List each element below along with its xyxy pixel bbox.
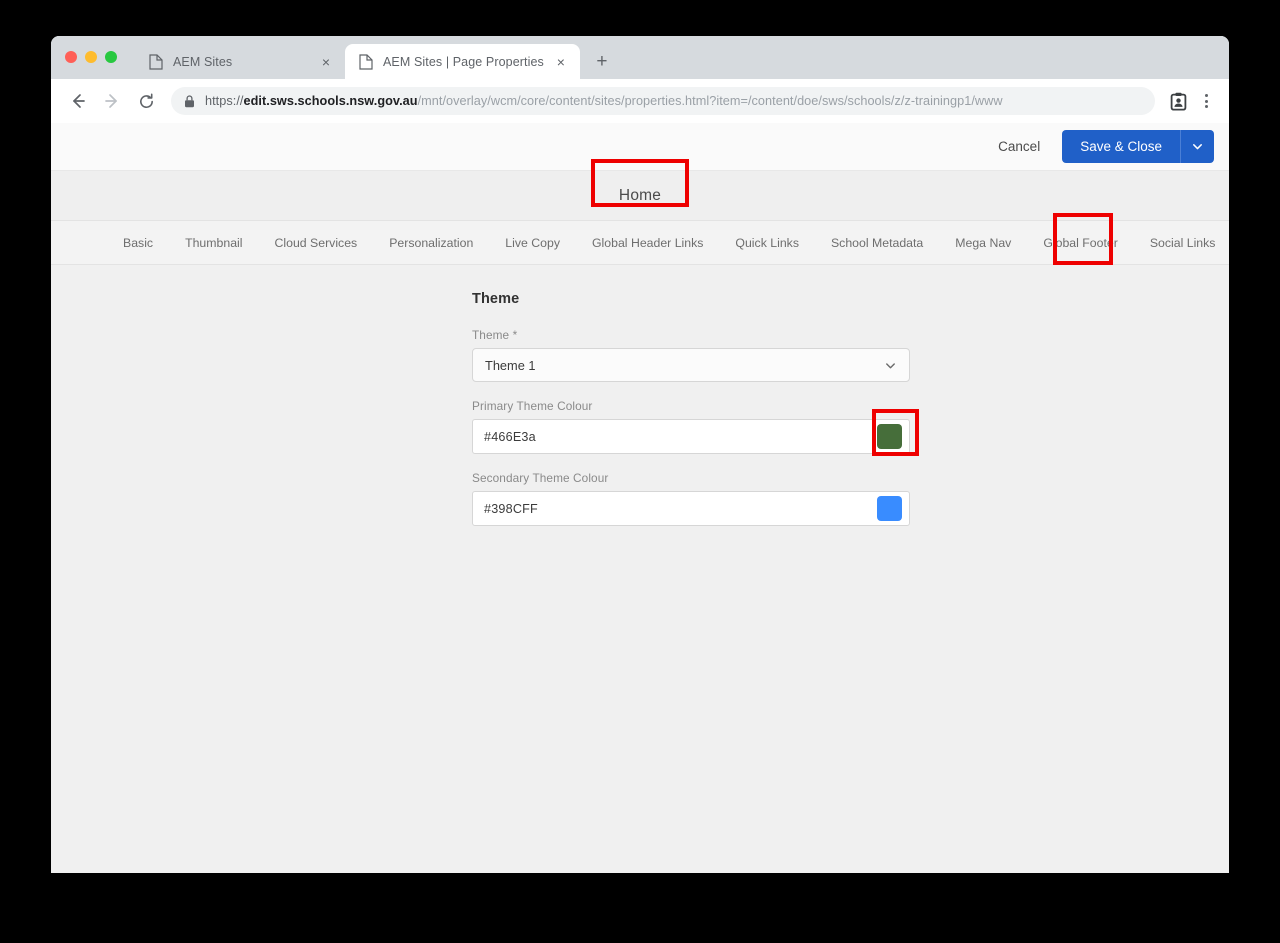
chevron-down-icon: [884, 359, 897, 372]
tab-label: Thumbnail: [185, 235, 243, 250]
theme-select-value: Theme 1: [485, 357, 536, 373]
theme-select[interactable]: Theme 1: [472, 348, 910, 382]
lock-icon: [184, 94, 195, 108]
browser-tab-page-properties[interactable]: AEM Sites | Page Properties ×: [345, 44, 580, 79]
theme-form: Theme Theme * Theme 1 Primary Theme Colo…: [472, 291, 919, 526]
aem-action-bar: Cancel Save & Close: [51, 123, 1229, 171]
window-maximize-button[interactable]: [105, 51, 117, 63]
tab-label: Social Links: [1149, 235, 1216, 250]
tab-label: Global Header Links: [591, 235, 704, 250]
secondary-colour-input[interactable]: #398CFF: [472, 491, 910, 526]
save-options-chevron-down-icon[interactable]: [1180, 130, 1214, 163]
url-path: /mnt/overlay/wcm/core/content/sites/prop…: [417, 94, 1003, 108]
tab-label: Personalization: [389, 235, 474, 250]
primary-colour-swatch[interactable]: [877, 424, 902, 449]
page-document-icon: [149, 53, 163, 70]
url-text: https://edit.sws.schools.nsw.gov.au/mnt/…: [205, 94, 1003, 108]
window-close-button[interactable]: [65, 51, 77, 63]
page-title-band: Home: [51, 159, 1229, 221]
section-heading: Theme: [472, 291, 520, 307]
new-tab-button[interactable]: +: [588, 47, 616, 75]
url-host: edit.sws.schools.nsw.gov.au: [243, 94, 418, 108]
tab-label: School Metadata: [830, 235, 924, 250]
field-theme: Theme * Theme 1: [472, 328, 910, 382]
tab-school-metadata[interactable]: School Metadata: [815, 221, 939, 264]
primary-colour-input[interactable]: #466E3a: [472, 419, 910, 454]
window-traffic-lights: [65, 51, 117, 63]
secondary-colour-label: Secondary Theme Colour: [472, 471, 609, 485]
kebab-menu-icon[interactable]: [1193, 88, 1219, 114]
reload-icon[interactable]: [131, 86, 161, 116]
tab-social-links[interactable]: Social Links: [1134, 221, 1229, 264]
tab-mega-nav[interactable]: Mega Nav: [939, 221, 1027, 264]
window-minimize-button[interactable]: [85, 51, 97, 63]
browser-tab-title: AEM Sites | Page Properties: [383, 54, 544, 69]
secondary-colour-swatch[interactable]: [877, 496, 902, 521]
tab-label: Basic: [123, 235, 154, 250]
primary-colour-label: Primary Theme Colour: [472, 399, 593, 413]
page-document-icon: [359, 53, 373, 70]
tab-global-footer[interactable]: Global Footer: [1027, 221, 1134, 264]
cancel-button[interactable]: Cancel: [984, 132, 1054, 161]
tab-label: Live Copy: [505, 235, 560, 250]
address-bar[interactable]: https://edit.sws.schools.nsw.gov.au/mnt/…: [171, 87, 1155, 115]
tab-cloud-services[interactable]: Cloud Services: [259, 221, 374, 264]
tab-global-header-links[interactable]: Global Header Links: [576, 221, 719, 264]
forward-icon[interactable]: [97, 86, 127, 116]
browser-tab-close-icon[interactable]: ×: [552, 53, 570, 71]
tab-label: Mega Nav: [955, 235, 1012, 250]
theme-form-area: Theme Theme * Theme 1 Primary Theme Colo…: [51, 265, 1229, 873]
tab-personalization[interactable]: Personalization: [373, 221, 489, 264]
save-and-close-group: Save & Close: [1062, 130, 1214, 163]
tab-live-copy[interactable]: Live Copy: [489, 221, 576, 264]
browser-tab-aem-sites[interactable]: AEM Sites ×: [135, 44, 345, 79]
primary-colour-value: #466E3a: [484, 429, 536, 444]
browser-tabs: AEM Sites × AEM Sites | Page Properties …: [135, 36, 616, 79]
tab-label: Quick Links: [735, 235, 799, 250]
browser-tab-close-icon[interactable]: ×: [317, 53, 335, 71]
browser-window: AEM Sites × AEM Sites | Page Properties …: [51, 36, 1229, 873]
page-title: Home: [618, 186, 662, 204]
tab-basic[interactable]: Basic: [107, 221, 169, 264]
url-scheme: https://: [205, 94, 244, 108]
save-and-close-button[interactable]: Save & Close: [1062, 130, 1180, 163]
back-icon[interactable]: [63, 86, 93, 116]
browser-tab-strip: AEM Sites × AEM Sites | Page Properties …: [51, 36, 1229, 79]
tab-label: Cloud Services: [274, 235, 358, 250]
field-primary-colour: Primary Theme Colour #466E3a: [472, 399, 919, 456]
tab-thumbnail[interactable]: Thumbnail: [169, 221, 258, 264]
secondary-colour-value: #398CFF: [484, 501, 538, 516]
browser-toolbar: https://edit.sws.schools.nsw.gov.au/mnt/…: [51, 79, 1229, 123]
theme-field-label: Theme *: [472, 328, 518, 342]
field-secondary-colour: Secondary Theme Colour #398CFF: [472, 471, 910, 526]
browser-tab-title: AEM Sites: [173, 54, 233, 69]
page-viewport: Cancel Save & Close Home Basic Thumbnail…: [51, 123, 1229, 873]
profile-badge-icon[interactable]: [1165, 88, 1191, 114]
properties-tab-nav: Basic Thumbnail Cloud Services Personali…: [51, 213, 1229, 265]
tab-quick-links[interactable]: Quick Links: [719, 221, 815, 264]
tab-label: Global Footer: [1043, 235, 1118, 250]
